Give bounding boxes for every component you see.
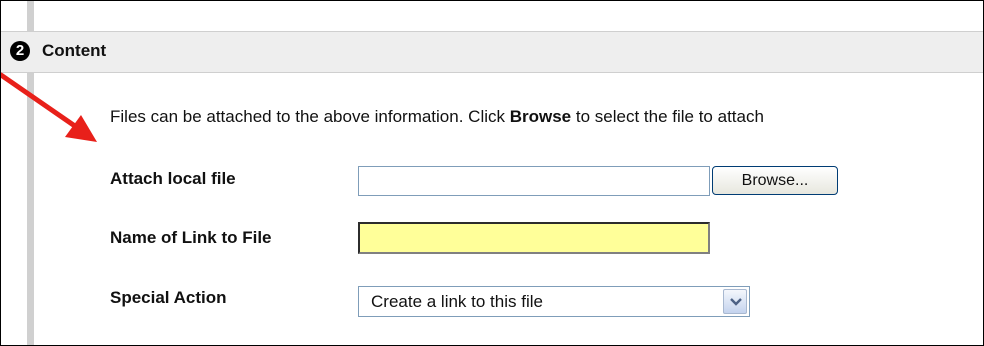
red-arrow-icon [1,72,97,142]
screenshot-frame: 2 Content Files can be attached to the a… [0,0,984,346]
